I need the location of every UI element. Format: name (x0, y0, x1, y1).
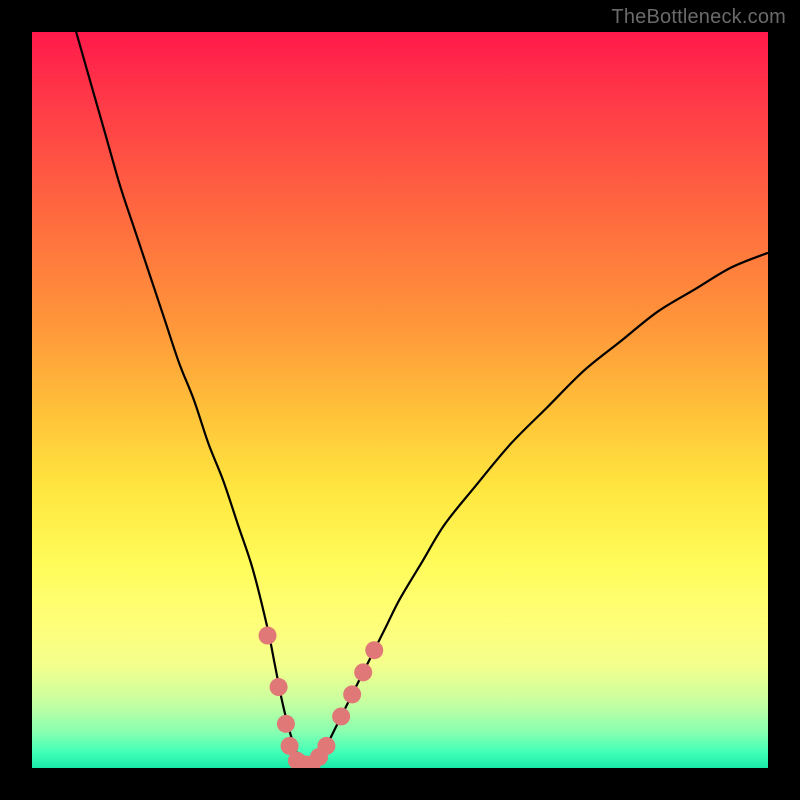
marker-dot (259, 627, 277, 645)
marker-dot (270, 678, 288, 696)
marker-dot (277, 715, 295, 733)
watermark-label: TheBottleneck.com (611, 6, 786, 29)
curve-layer (32, 32, 768, 768)
plot-area (32, 32, 768, 768)
marker-dot (354, 663, 372, 681)
chart-frame: TheBottleneck.com (0, 0, 800, 800)
marker-dot (332, 707, 350, 725)
bottleneck-curve (76, 32, 768, 765)
marker-dots (259, 627, 384, 768)
marker-dot (343, 685, 361, 703)
marker-dot (365, 641, 383, 659)
marker-dot (317, 737, 335, 755)
